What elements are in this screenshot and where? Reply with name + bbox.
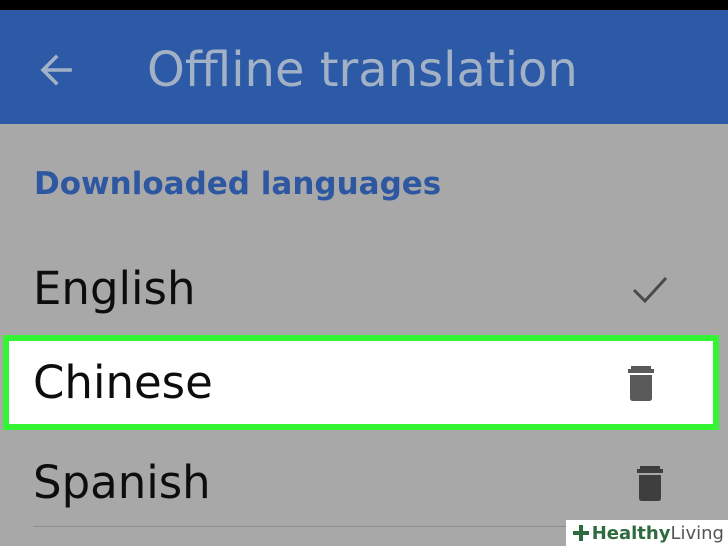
watermark: Healthy Living <box>565 520 728 546</box>
watermark-text-light: Living <box>670 522 724 544</box>
trash-icon[interactable] <box>630 463 670 503</box>
app-bar: Offline translation <box>0 10 728 124</box>
status-bar <box>0 0 728 10</box>
watermark-text-bold: Healthy <box>591 522 671 544</box>
language-name: Chinese <box>33 356 213 409</box>
language-row-spanish[interactable]: Spanish <box>0 436 728 530</box>
back-button[interactable] <box>26 40 86 100</box>
plus-cross-icon <box>572 525 589 541</box>
trash-icon[interactable] <box>621 363 661 403</box>
offline-translation-screen: Offline translation Downloaded languages… <box>0 0 728 546</box>
section-header-downloaded-languages: Downloaded languages <box>34 166 442 202</box>
arrow-left-icon <box>40 54 72 86</box>
language-row-chinese[interactable]: Chinese <box>3 335 719 430</box>
checkmark-icon <box>630 269 670 309</box>
language-name: English <box>33 262 196 315</box>
page-title: Offline translation <box>147 42 578 98</box>
language-name: Spanish <box>33 456 211 509</box>
language-row-english[interactable]: English <box>0 242 728 336</box>
